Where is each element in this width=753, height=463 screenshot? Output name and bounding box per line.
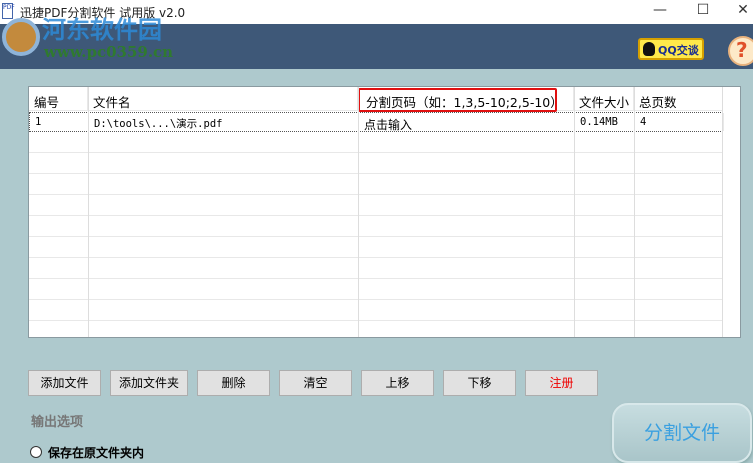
cell-filename: D:\tools\...\演示.pdf (89, 113, 359, 131)
cell-size: 0.14MB (575, 113, 635, 131)
qq-penguin-icon (643, 42, 655, 56)
col-index[interactable]: 编号 (29, 87, 88, 110)
col-filename[interactable]: 文件名 (88, 87, 358, 110)
help-icon[interactable]: ? (728, 36, 753, 66)
maximize-button[interactable]: ☐ (688, 2, 718, 18)
register-button[interactable]: 注册 (525, 370, 598, 396)
app-icon: PDF (2, 3, 15, 19)
add-file-button[interactable]: 添加文件 (28, 370, 101, 396)
add-folder-button[interactable]: 添加文件夹 (110, 370, 188, 396)
cell-index: 1 (30, 113, 89, 131)
move-up-button[interactable]: 上移 (361, 370, 434, 396)
minimize-button[interactable]: — (645, 2, 675, 18)
highlight-box (358, 88, 557, 112)
table-row[interactable]: 1 D:\tools\...\演示.pdf 点击输入 0.14MB 4 (29, 112, 724, 132)
qq-chat-button[interactable]: QQ交谈 (638, 38, 704, 60)
clear-button[interactable]: 清空 (279, 370, 352, 396)
title-bar: PDF 迅捷PDF分割软件 试用版 v2.0 — ☐ ✕ (0, 0, 753, 24)
output-options-heading: 输出选项 (31, 415, 84, 430)
delete-button[interactable]: 删除 (197, 370, 270, 396)
window-title: 迅捷PDF分割软件 试用版 v2.0 (20, 6, 186, 20)
save-original-label[interactable]: 保存在原文件夹内 (48, 444, 144, 461)
col-size[interactable]: 文件大小 (574, 87, 634, 110)
cell-split-pages-input[interactable]: 点击输入 (359, 113, 575, 132)
split-file-button[interactable]: 分割文件 (612, 403, 752, 463)
file-table: 编号 文件名 分割页码（如：1,3,5-10;2,5-10） 文件大小 总页数 … (28, 86, 741, 338)
qq-label: QQ交谈 (658, 44, 699, 57)
save-original-radio[interactable] (30, 446, 42, 458)
move-down-button[interactable]: 下移 (443, 370, 516, 396)
close-button[interactable]: ✕ (728, 2, 753, 18)
col-pages[interactable]: 总页数 (634, 87, 723, 110)
cell-pages: 4 (635, 113, 724, 131)
